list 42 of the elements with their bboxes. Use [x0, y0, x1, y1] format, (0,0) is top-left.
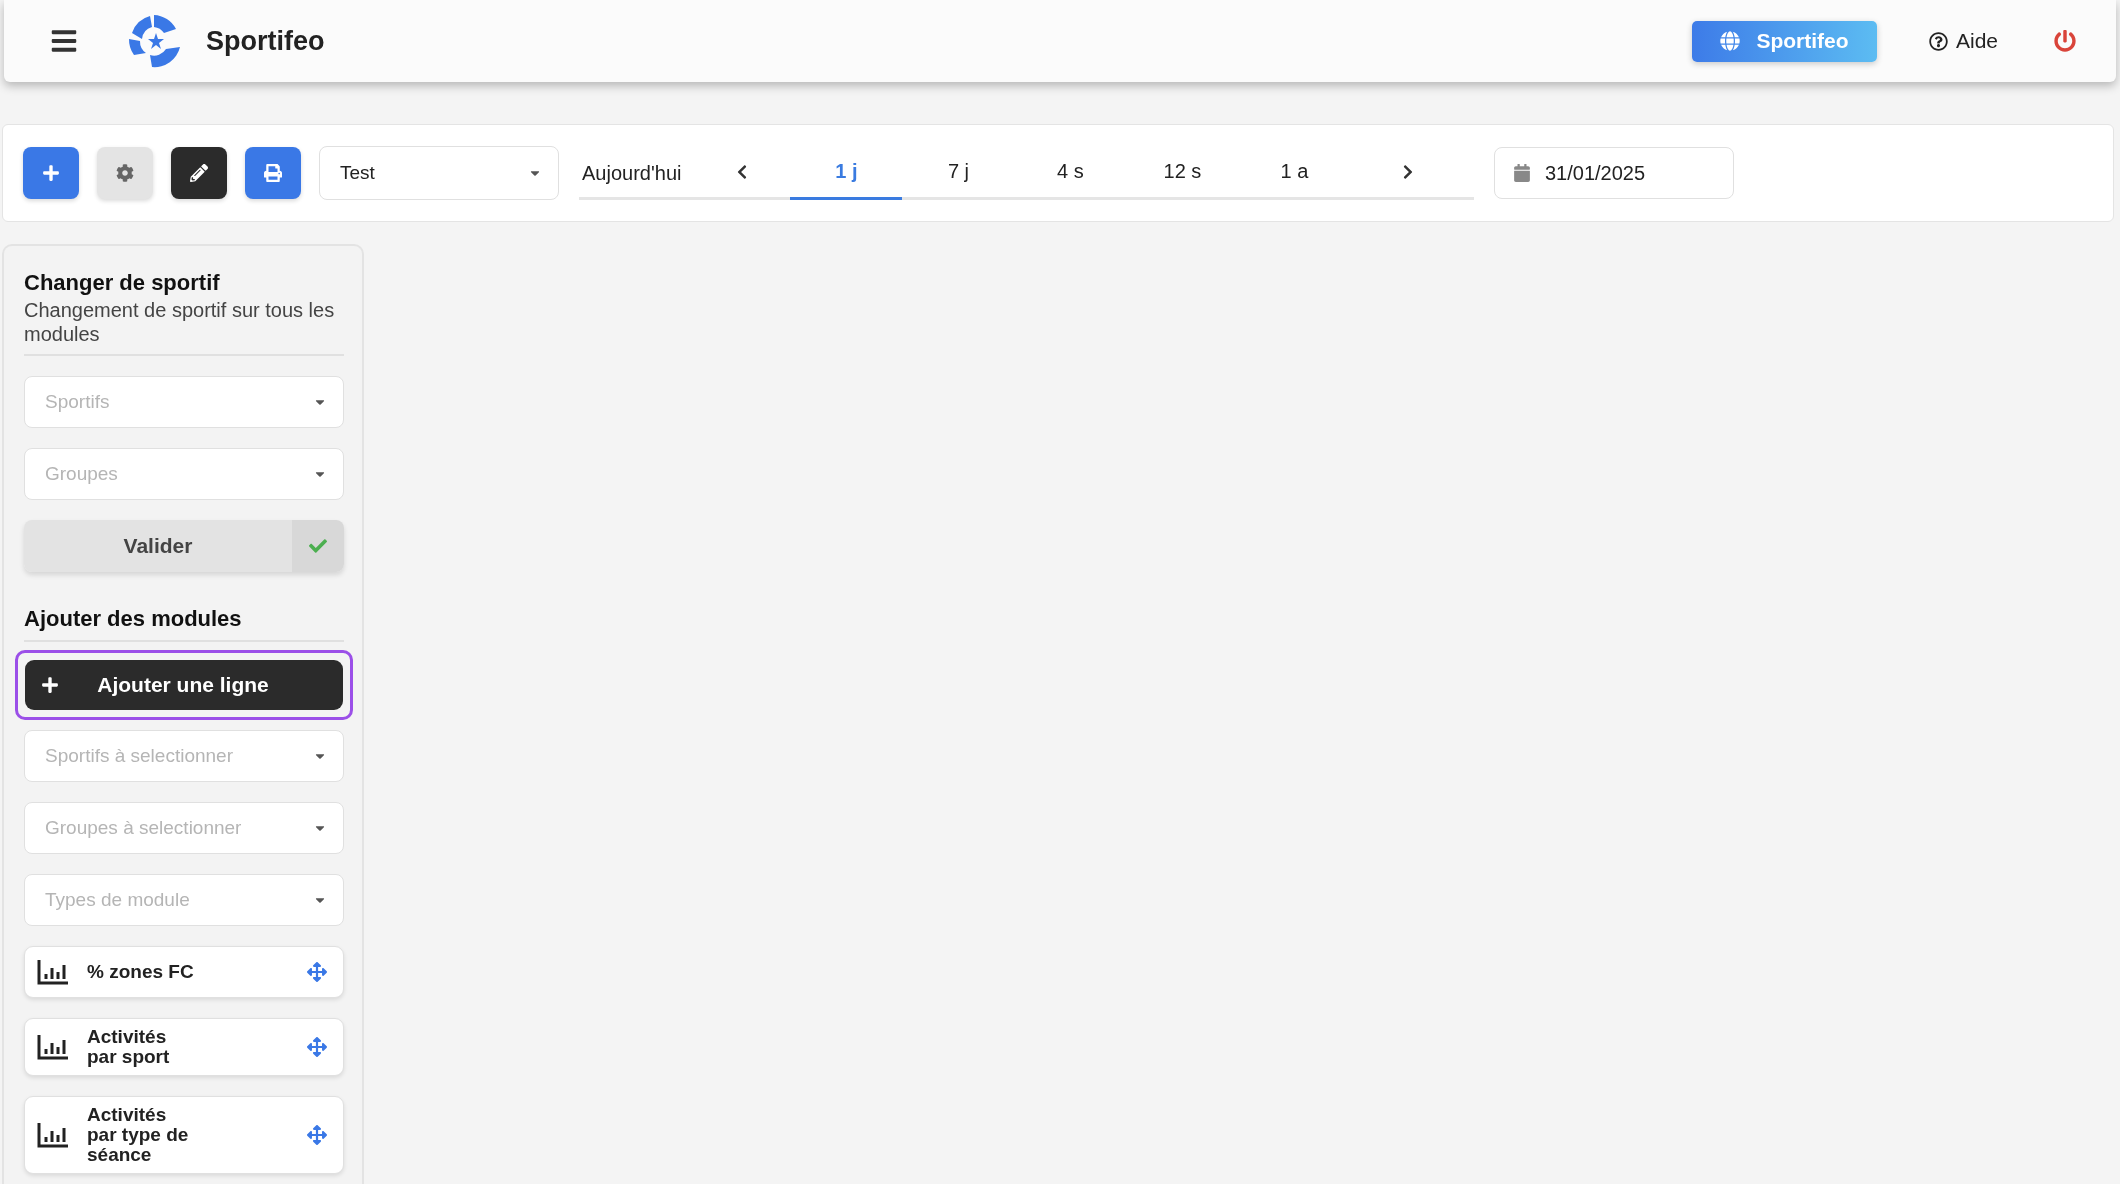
globe-icon	[1720, 31, 1741, 51]
move-icon[interactable]	[307, 1124, 327, 1145]
section-title: Ajouter des modules	[24, 606, 243, 632]
pencil-icon	[190, 164, 208, 182]
plus-icon	[41, 676, 59, 694]
period-tab[interactable]: 1 a	[1238, 146, 1351, 200]
view-select[interactable]: Test	[319, 146, 559, 200]
period-tab[interactable]: 4 s	[1014, 146, 1127, 200]
print-button[interactable]	[245, 147, 301, 199]
period-tab[interactable]: 1 j	[790, 146, 903, 200]
section-title: Changer de sportif	[24, 270, 221, 296]
menu-icon[interactable]	[50, 27, 78, 55]
move-icon[interactable]	[307, 962, 327, 982]
module-label: % zones FC	[87, 962, 195, 982]
module-card[interactable]: Activités par type de séance	[24, 1095, 344, 1174]
plus-icon	[42, 164, 60, 182]
help-icon	[1928, 31, 1948, 51]
edit-button[interactable]	[171, 147, 227, 199]
module-card[interactable]: % zones FC	[24, 946, 344, 998]
calendar-icon	[1513, 164, 1531, 182]
section-subtitle: Changement de sportif sur tous les modules	[24, 298, 336, 346]
check-icon[interactable]	[292, 520, 344, 572]
add-row-button[interactable]: Ajouter une ligne	[25, 660, 343, 710]
today-button[interactable]: Aujourd'hui	[579, 149, 685, 197]
module-label: Activités par sport	[87, 1027, 171, 1067]
period-tab[interactable]: 7 j	[902, 146, 1015, 200]
module-card[interactable]: Activités par sport	[24, 1018, 344, 1076]
move-icon[interactable]	[307, 1036, 327, 1057]
bar-chart-icon	[37, 1121, 69, 1148]
add-button[interactable]	[23, 147, 79, 199]
bar-chart-icon	[37, 1033, 69, 1060]
date-field[interactable]: 31/01/2025	[1494, 147, 1734, 199]
power-icon[interactable]	[2054, 30, 2076, 52]
period-tab[interactable]: 12 s	[1126, 146, 1239, 200]
print-icon	[264, 164, 282, 182]
help-link[interactable]: Aide	[1928, 29, 1998, 53]
module-label: Activités par type de séance	[87, 1104, 190, 1165]
bar-chart-icon	[37, 959, 69, 985]
validate-button[interactable]: Valider	[24, 520, 292, 572]
settings-icon	[116, 164, 134, 182]
settings-button[interactable]	[97, 147, 153, 199]
app-title: Sportifeo	[206, 25, 325, 57]
